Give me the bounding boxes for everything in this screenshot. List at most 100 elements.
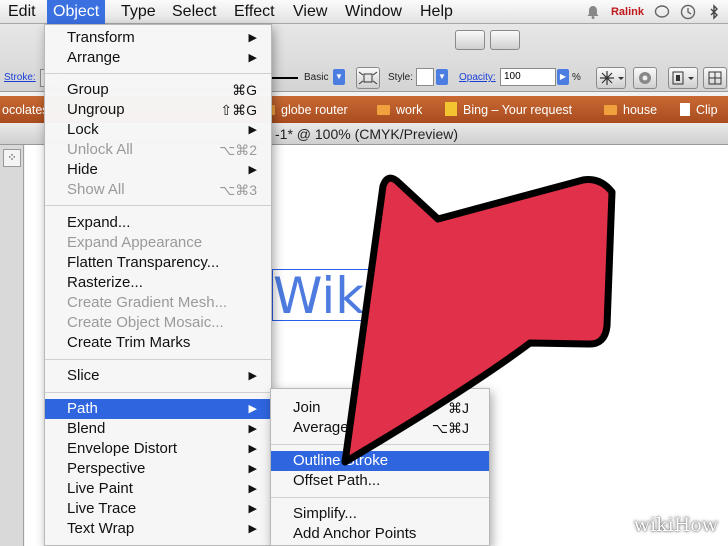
selected-text-object[interactable]: WikiH: [272, 269, 390, 321]
submenu-item-add-anchor-points[interactable]: Add Anchor Points: [271, 524, 489, 544]
menu-item-object-mosaic: Create Object Mosaic...: [67, 314, 224, 331]
align-button[interactable]: [668, 67, 698, 89]
brush-dropdown-icon[interactable]: ▼: [333, 69, 345, 85]
transform-button[interactable]: [703, 67, 727, 89]
brush-value: Basic: [304, 72, 329, 83]
document-title: ‑1* @ 100% (CMYK/Preview): [275, 126, 459, 142]
menu-bar: Edit Object Type Select Effect View Wind…: [0, 0, 728, 24]
submenu-arrow-icon: ▶: [248, 164, 257, 176]
menu-separator: [45, 73, 271, 74]
tool-icon[interactable]: ⁘: [3, 149, 21, 167]
menu-item-expand[interactable]: Expand...: [45, 213, 271, 233]
menu-item-text-wrap[interactable]: Text Wrap ▶: [45, 519, 271, 539]
chat-bubble-icon[interactable]: [654, 4, 670, 20]
bell-icon[interactable]: [585, 4, 601, 20]
menu-view[interactable]: View: [293, 0, 327, 24]
menu-item-perspective[interactable]: Perspective ▶: [45, 459, 271, 479]
transform-icon: [708, 71, 722, 85]
menu-item-gradient-mesh: Create Gradient Mesh...: [67, 294, 228, 311]
opacity-dropdown-icon[interactable]: ▶: [557, 69, 569, 85]
percent-sign: %: [572, 72, 581, 83]
submenu-arrow-icon: ▶: [248, 32, 257, 44]
tools-panel: ⁘: [0, 145, 24, 546]
submenu-item-offset-path[interactable]: Offset Path...: [271, 471, 489, 491]
submenu-arrow-icon: ▶: [248, 124, 257, 136]
bookmark-house[interactable]: house: [604, 100, 657, 120]
submenu-arrow-icon: ▶: [248, 370, 257, 382]
menu-item-hide[interactable]: Hide ▶: [45, 160, 271, 180]
menu-item-show-all: Show All ⌥⌘3: [67, 181, 257, 198]
submenu-arrow-icon: ▶: [248, 423, 257, 435]
recolor-icon: [600, 71, 624, 85]
stroke-label[interactable]: Stroke:: [4, 72, 36, 83]
wikihow-watermark: wikiHow: [633, 514, 718, 536]
toolbar-button[interactable]: [455, 30, 485, 50]
menu-item-live-trace[interactable]: Live Trace ▶: [45, 499, 271, 519]
menu-separator: [45, 205, 271, 206]
time-machine-icon[interactable]: [680, 4, 696, 20]
menu-item-rasterize[interactable]: Rasterize...: [45, 273, 271, 293]
ralink-status[interactable]: Ralink: [611, 6, 644, 18]
folder-icon: [377, 105, 390, 115]
page-icon: [680, 103, 690, 116]
menu-select[interactable]: Select: [172, 0, 216, 24]
menu-effect[interactable]: Effect: [234, 0, 275, 24]
menu-item-transform[interactable]: Transform ▶: [45, 28, 271, 48]
menu-edit[interactable]: Edit: [8, 0, 36, 24]
menu-separator: [271, 497, 489, 498]
submenu-arrow-icon: ▶: [248, 503, 257, 515]
submenu-arrow-icon: ▶: [248, 52, 257, 64]
object-menu-dropdown: Transform ▶ Arrange ▶ Group ⌘G Ungroup ⇧⌘G L…: [44, 24, 272, 546]
path-submenu: Join ⌘J Average... ⌥⌘J Outline Stroke Offs…: [270, 388, 490, 546]
bookmark-clip[interactable]: Clip: [680, 100, 718, 120]
menu-item-ungroup[interactable]: Ungroup ⇧⌘G: [45, 100, 271, 120]
menu-item-slice[interactable]: Slice ▶: [45, 366, 271, 386]
style-label: Style:: [388, 72, 414, 83]
gear-icon: [639, 72, 651, 84]
menu-item-envelope-distort[interactable]: Envelope Distort ▶: [45, 439, 271, 459]
folder-icon: [604, 105, 617, 115]
bing-icon: [445, 102, 457, 116]
submenu-arrow-icon: ▶: [248, 483, 257, 495]
toolbar-button[interactable]: [490, 30, 520, 50]
style-swatch[interactable]: [416, 68, 434, 86]
opacity-field[interactable]: 100: [500, 68, 556, 86]
submenu-item-simplify[interactable]: Simplify...: [271, 504, 489, 524]
menu-separator: [45, 392, 271, 393]
style-dropdown-icon[interactable]: ▼: [436, 69, 448, 85]
menu-help[interactable]: Help: [420, 0, 453, 24]
bluetooth-icon[interactable]: [706, 4, 722, 20]
align-icon: [358, 71, 378, 85]
menu-separator: [45, 359, 271, 360]
menu-window[interactable]: Window: [345, 0, 402, 24]
document-setup-button[interactable]: [356, 67, 380, 89]
menu-item-live-paint[interactable]: Live Paint ▶: [45, 479, 271, 499]
menu-item-expand-appearance: Expand Appearance: [67, 234, 203, 251]
menu-item-flatten-transparency[interactable]: Flatten Transparency...: [45, 253, 271, 273]
submenu-item-average[interactable]: Average... ⌥⌘J: [271, 418, 489, 438]
menu-item-arrange[interactable]: Arrange ▶: [45, 48, 271, 68]
bookmark-globe-router[interactable]: globe router: [262, 100, 348, 120]
menu-item-path[interactable]: Path ▶: [45, 399, 271, 419]
align-objects-icon: [672, 71, 694, 85]
menu-type[interactable]: Type: [121, 0, 156, 24]
submenu-item-outline-stroke[interactable]: Outline Stroke: [271, 451, 489, 471]
submenu-item-join[interactable]: Join ⌘J: [271, 398, 489, 418]
opacity-label[interactable]: Opacity:: [459, 72, 496, 83]
menu-separator: [271, 444, 489, 445]
menu-item-lock[interactable]: Lock ▶: [45, 120, 271, 140]
status-tray: Ralink: [585, 2, 722, 22]
recolor-button[interactable]: [596, 67, 626, 89]
bookmark-bing[interactable]: Bing – Your request: [445, 100, 572, 120]
bookmark-chocolates[interactable]: ocolates: [2, 100, 49, 120]
menu-item-group[interactable]: Group ⌘G: [45, 80, 271, 100]
menu-item-trim-marks[interactable]: Create Trim Marks: [45, 333, 271, 353]
menu-item-blend[interactable]: Blend ▶: [45, 419, 271, 439]
brush-line: [272, 77, 298, 79]
menu-object[interactable]: Object: [47, 0, 106, 24]
submenu-arrow-icon: ▶: [248, 463, 257, 475]
menu-item-unlock-all: Unlock All ⌥⌘2: [67, 141, 257, 158]
submenu-arrow-icon: ▶: [248, 523, 257, 535]
isolate-button[interactable]: [633, 67, 657, 89]
bookmark-work[interactable]: work: [377, 100, 422, 120]
